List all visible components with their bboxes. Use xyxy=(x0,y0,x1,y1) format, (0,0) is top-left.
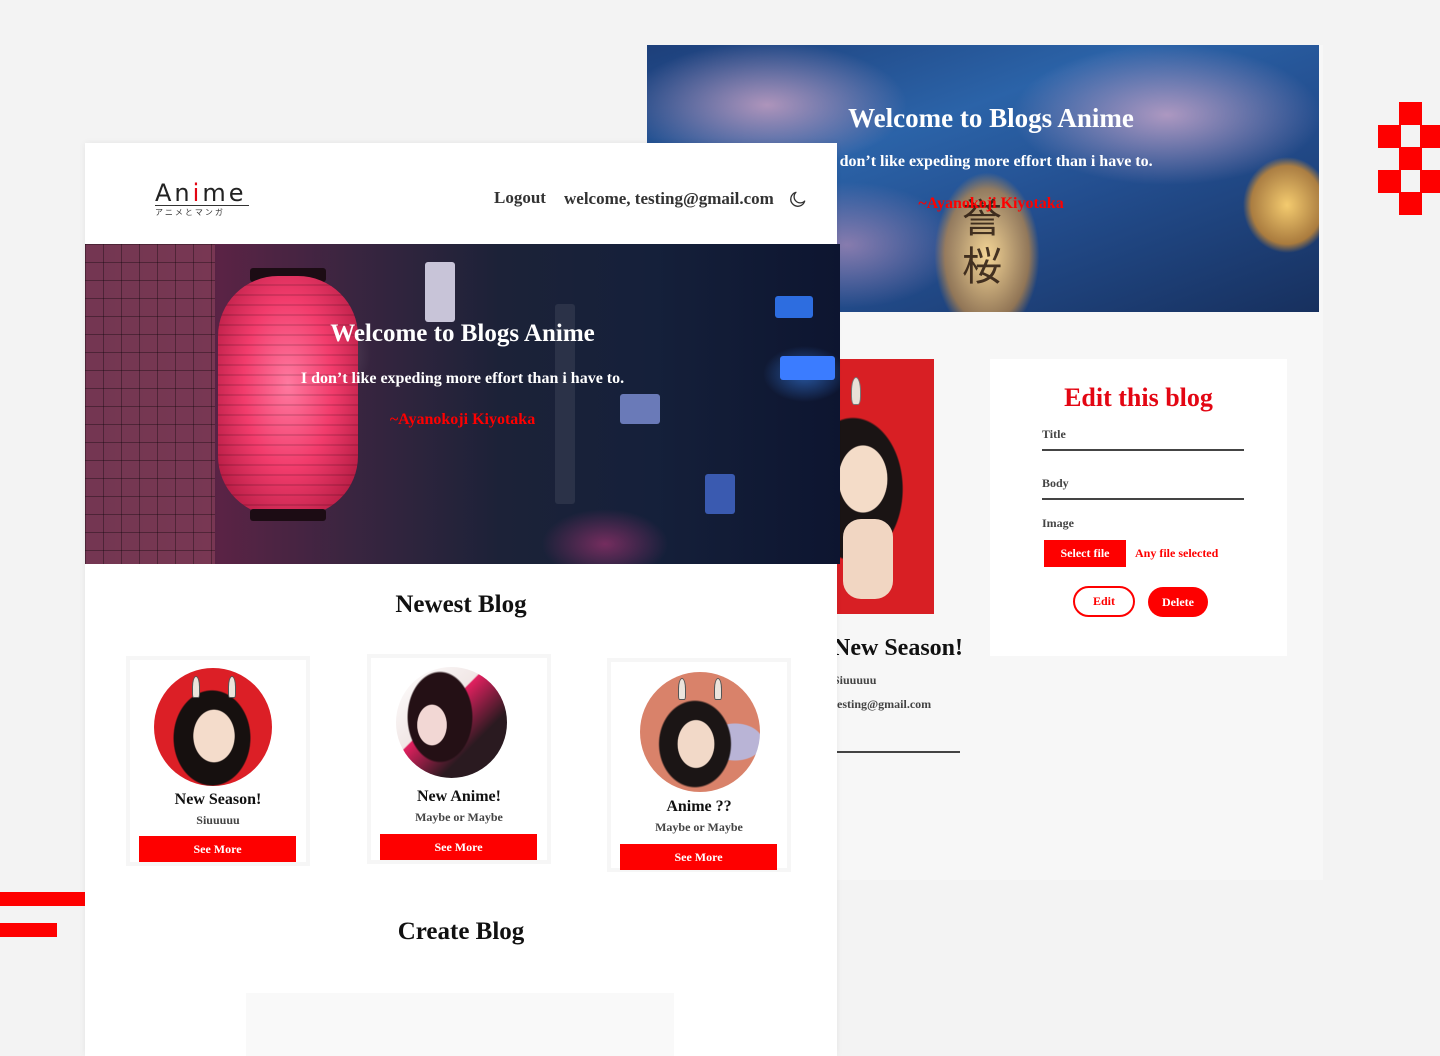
select-file-button[interactable]: Select file xyxy=(1044,540,1126,567)
blog-title: New Season! xyxy=(833,635,963,661)
divider xyxy=(833,751,960,753)
body-label: Body xyxy=(1042,476,1069,490)
blog-card: New Season! Siuuuuu See More xyxy=(126,656,310,866)
site-logo[interactable]: Anime アニメとマンガ xyxy=(155,179,249,218)
blog-image xyxy=(833,359,934,614)
hero-quote: I don’t like expeding more effort than i… xyxy=(300,370,625,387)
card-body: Siuuuuu xyxy=(196,813,240,827)
see-more-button[interactable]: See More xyxy=(620,844,777,870)
blog-avatar xyxy=(640,672,760,792)
hero-banner: Welcome to Blogs Anime I don’t like expe… xyxy=(85,244,840,564)
title-input[interactable] xyxy=(1042,449,1244,451)
image-label: Image xyxy=(1042,516,1074,530)
blog-body: Siuuuuu xyxy=(833,673,877,687)
create-blog-heading: Create Blog xyxy=(397,918,525,945)
welcome-user-text: welcome, testing@gmail.com xyxy=(564,189,774,208)
hero-title: Welcome to Blogs Anime xyxy=(848,103,1134,133)
moon-icon[interactable] xyxy=(788,189,808,209)
logout-link[interactable]: Logout xyxy=(494,188,546,208)
blog-avatar xyxy=(154,668,272,786)
blog-author-email: testing@gmail.com xyxy=(833,697,932,711)
edit-blog-form: Edit this blog Title Body Image Select f… xyxy=(990,359,1287,656)
card-title: New Season! xyxy=(174,791,262,808)
hero-author: ~Ayanokoji Kiyotaka xyxy=(389,411,536,428)
file-status: Any file selected xyxy=(1135,546,1219,560)
blog-card: New Anime! Maybe or Maybe See More xyxy=(367,654,551,864)
edit-form-heading: Edit this blog xyxy=(1064,383,1213,412)
card-title: Anime ?? xyxy=(666,798,732,815)
card-title: New Anime! xyxy=(417,788,501,805)
body-input[interactable] xyxy=(1042,498,1244,500)
blog-card: Anime ?? Maybe or Maybe See More xyxy=(607,658,791,872)
title-label: Title xyxy=(1042,427,1066,441)
newest-blog-heading: Newest Blog xyxy=(395,591,527,618)
card-body: Maybe or Maybe xyxy=(655,820,743,834)
see-more-button[interactable]: See More xyxy=(139,836,296,862)
create-blog-form xyxy=(246,993,674,1056)
delete-button[interactable]: Delete xyxy=(1148,587,1208,617)
hero-title: Welcome to Blogs Anime xyxy=(330,320,595,347)
blog-avatar xyxy=(396,667,507,778)
edit-button[interactable]: Edit xyxy=(1073,586,1135,617)
card-body: Maybe or Maybe xyxy=(415,810,503,824)
home-page-window: Anime アニメとマンガ Logout welcome, testing@gm… xyxy=(85,143,840,1056)
see-more-button[interactable]: See More xyxy=(380,834,537,860)
